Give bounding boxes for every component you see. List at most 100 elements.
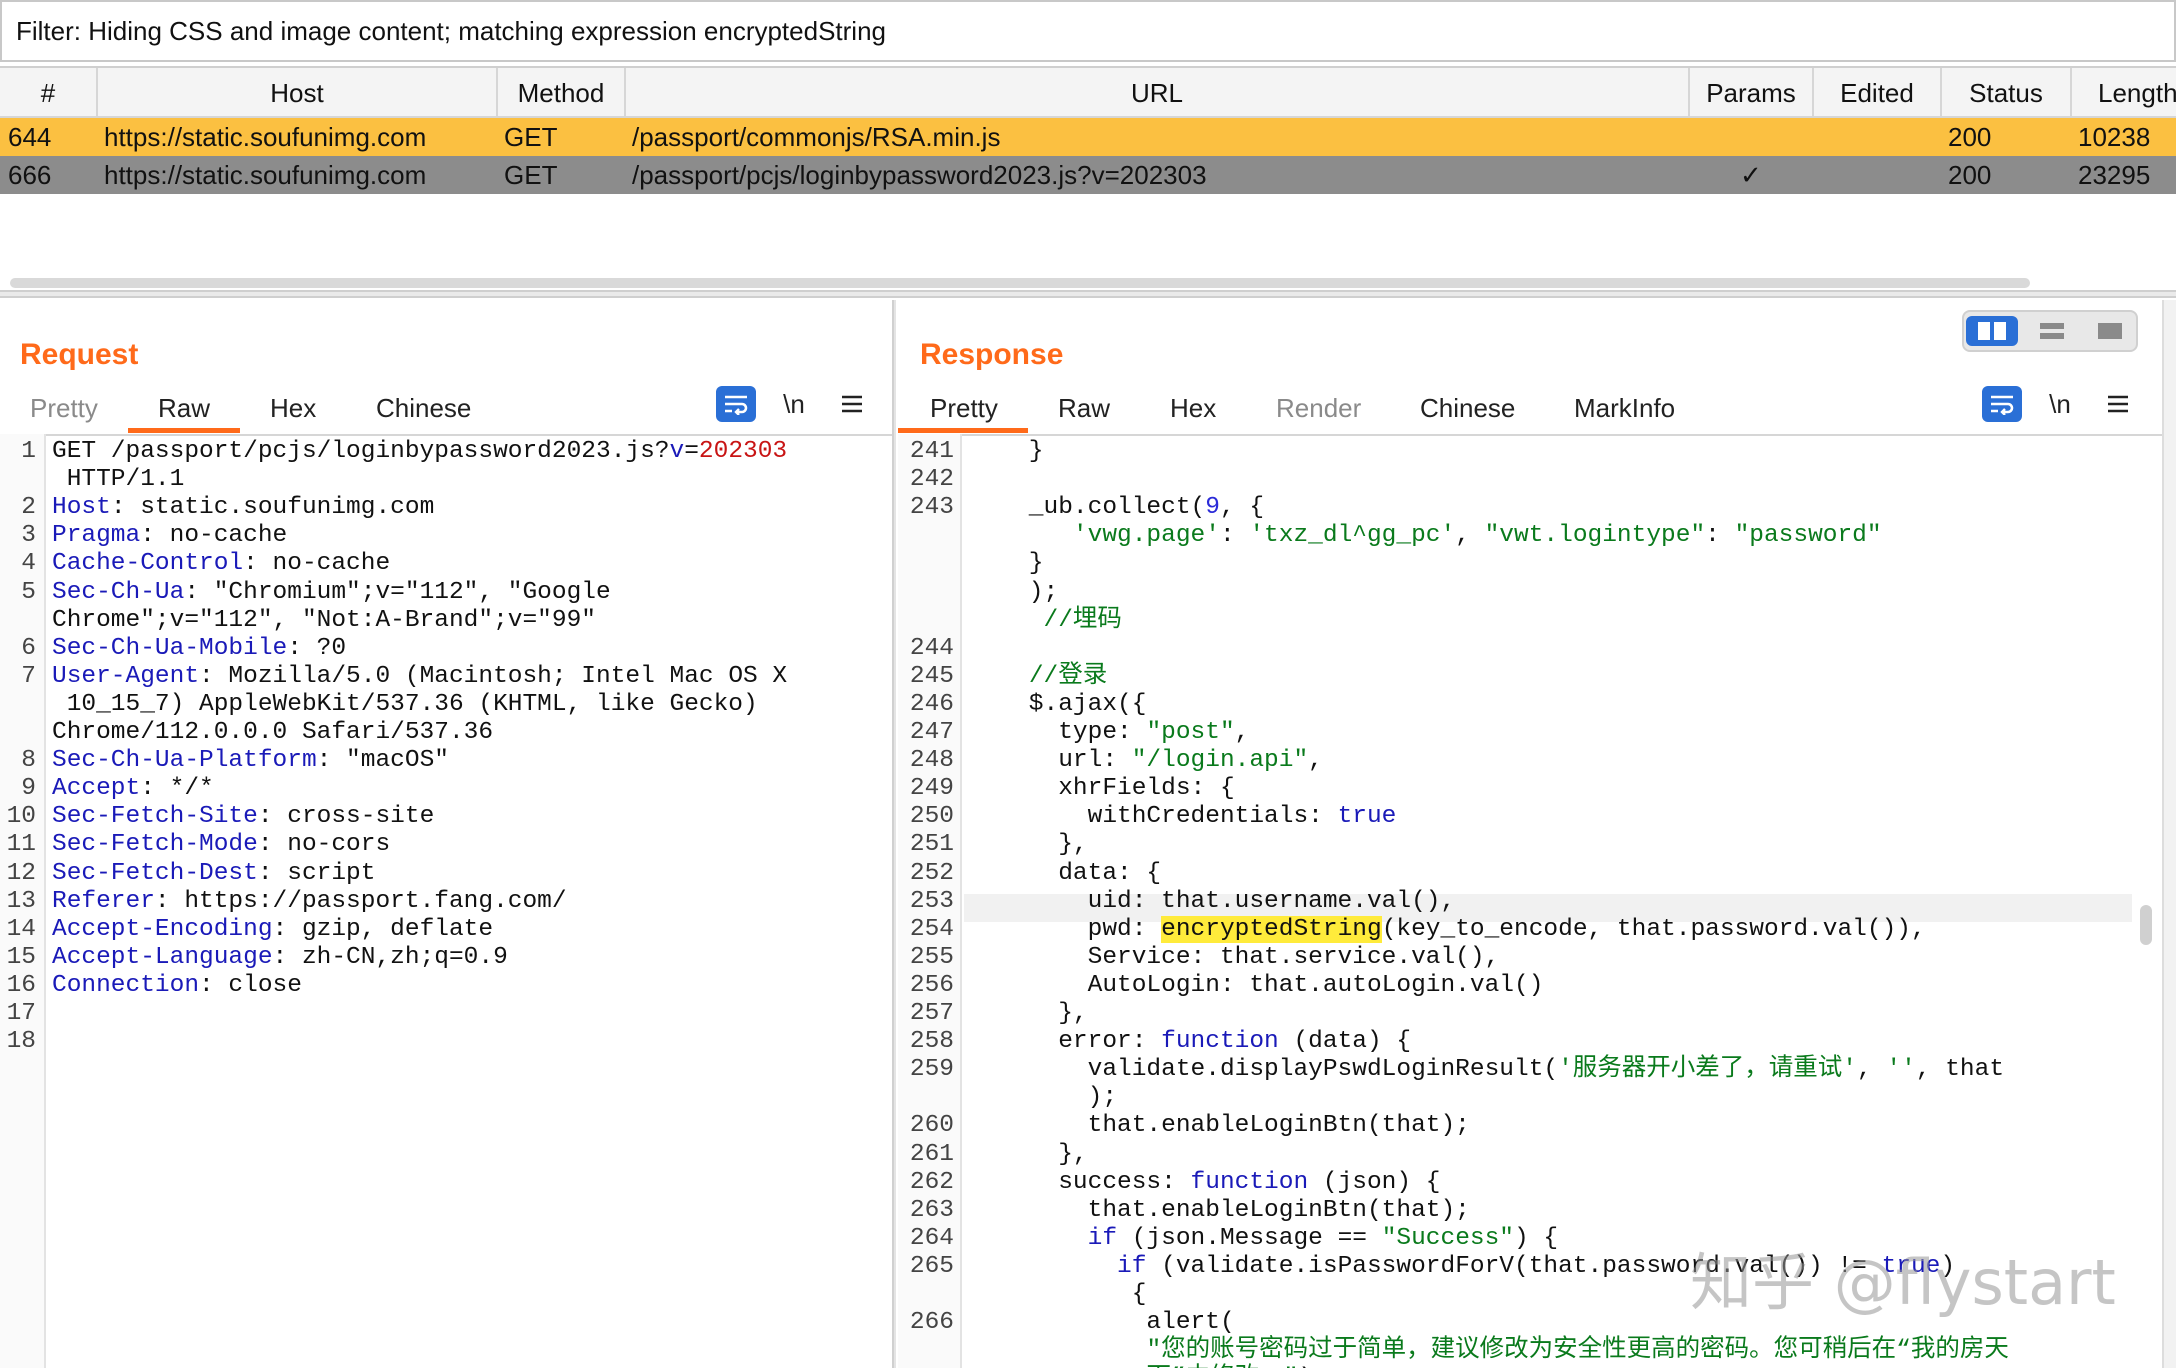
line-number: 266 — [909, 1309, 954, 1337]
line-number: 255 — [909, 943, 954, 971]
response-tab-markinfo[interactable]: MarkInfo — [1574, 388, 1675, 434]
line-number — [898, 522, 954, 550]
column-header-params[interactable]: Params — [1690, 68, 1814, 118]
response-tab-raw[interactable]: Raw — [1058, 388, 1110, 434]
layout-stacked-icon[interactable] — [2026, 316, 2078, 346]
code-token: AutoLogin: that.autoLogin.val() — [970, 971, 1544, 999]
response-tab-hex[interactable]: Hex — [1170, 388, 1216, 434]
table-row[interactable]: 666 https://static.soufunimg.com GET /pa… — [0, 156, 2176, 194]
pane-divider[interactable] — [0, 290, 2176, 298]
code-token: 202303 — [698, 438, 788, 465]
code-token: ) { — [1514, 1224, 1559, 1252]
code-token: Accept — [52, 775, 141, 803]
column-header-status[interactable]: Status — [1942, 68, 2072, 118]
line-number: 258 — [909, 1028, 954, 1056]
code-token: }, — [970, 1140, 1088, 1168]
request-panel: Request Pretty Raw Hex Chinese \n 1 GET /… — [0, 300, 892, 1368]
code-line: }, — [970, 831, 1087, 859]
line-number — [898, 607, 954, 635]
line-number: 245 — [909, 662, 954, 690]
response-tab-render[interactable]: Render — [1276, 388, 1361, 434]
column-header-number[interactable]: # — [0, 68, 98, 118]
row-url: /passport/commonjs/RSA.min.js — [632, 122, 1001, 152]
column-header-url[interactable]: URL — [626, 68, 1690, 118]
column-header-edited[interactable]: Edited — [1814, 68, 1942, 118]
wrap-lines-icon[interactable] — [716, 386, 756, 422]
request-tab-chinese[interactable]: Chinese — [376, 388, 471, 434]
horizontal-scrollbar[interactable] — [10, 278, 2030, 288]
line-number — [898, 1337, 954, 1365]
newline-toggle-icon[interactable]: \n — [774, 386, 814, 422]
code-token: _ub.collect( — [970, 494, 1206, 522]
column-header-host[interactable]: Host — [98, 68, 498, 118]
newline-toggle-icon[interactable]: \n — [2040, 386, 2080, 422]
line-number: 15 — [6, 943, 36, 971]
code-line: Chrome";v="112", "Not:A-Brand";v="99" — [52, 607, 596, 635]
code-line: Accept-Encoding: gzip, deflate — [52, 916, 493, 944]
line-number: 7 — [21, 662, 36, 690]
row-method: GET — [504, 122, 558, 152]
code-token: : — [1219, 522, 1250, 550]
layout-tabs-icon[interactable] — [2084, 316, 2136, 346]
watermark: 知乎 @flystart — [1690, 1246, 2116, 1319]
vertical-splitter[interactable] — [892, 300, 896, 1368]
code-token: (key_to_encode, that.password.val()), — [1381, 915, 1926, 943]
request-tab-pretty[interactable]: Pretty — [30, 388, 98, 434]
filter-bar[interactable]: Filter: Hiding CSS and image content; ma… — [0, 0, 2176, 62]
column-header-length[interactable]: Length — [2072, 68, 2176, 118]
row-edited — [1848, 118, 1908, 156]
request-tab-hex[interactable]: Hex — [270, 388, 316, 434]
line-number — [0, 719, 36, 747]
vertical-scrollbar[interactable] — [2140, 905, 2152, 945]
code-token: data: { — [970, 859, 1162, 887]
code-line: { — [970, 1281, 1147, 1309]
code-line: Sec-Fetch-Mode: no-cors — [52, 831, 390, 859]
filter-text: Filter: Hiding CSS and image content; ma… — [16, 16, 886, 46]
response-tab-chinese[interactable]: Chinese — [1420, 388, 1515, 434]
code-line: pwd: encryptedString(key_to_encode, that… — [970, 915, 1926, 944]
layout-side-by-side-icon[interactable] — [1966, 316, 2018, 346]
code-token: : script — [257, 859, 376, 887]
menu-icon[interactable] — [832, 386, 872, 422]
column-header-method[interactable]: Method — [498, 68, 626, 118]
line-number: 251 — [909, 831, 954, 859]
response-editor[interactable]: 241 } 242 243 _ub.collect(9, { 'vwg.page':… — [898, 434, 2162, 1368]
line-number: 12 — [6, 859, 36, 887]
code-token: }, — [970, 1000, 1088, 1027]
line-number — [0, 691, 36, 719]
code-token: 'vwg.page' — [1072, 522, 1220, 550]
wrap-lines-icon[interactable] — [1982, 386, 2022, 422]
code-line: Sec-Ch-Ua: "Chromium";v="112", "Google — [52, 579, 611, 607]
code-line: }, — [970, 1140, 1088, 1169]
code-line: "您的账号密码过于简单，建议修改为安全性更高的密码。您可稍后在“我的房天 — [970, 1337, 2009, 1365]
code-line: }, — [970, 1000, 1088, 1028]
code-token: Chrome";v="112", "Not:A-Brand";v="99" — [52, 606, 596, 634]
code-line: Cache-Control: no-cache — [52, 550, 390, 578]
code-token: "vwt.logintype" — [1484, 522, 1706, 550]
code-line: that.enableLoginBtn(that); — [970, 1197, 1470, 1225]
table-row[interactable]: 644 https://static.soufunimg.com GET /pa… — [0, 118, 2176, 156]
code-token: '服务器开小差了，请重试' — [1558, 1056, 1858, 1084]
code-line: if (json.Message == "Success") { — [970, 1224, 1559, 1253]
line-number: 248 — [909, 747, 954, 775]
code-token: alert( — [970, 1309, 1235, 1337]
line-number: 244 — [909, 634, 954, 662]
code-token: uid: that.username.val(), — [970, 887, 1456, 915]
code-token: , that — [1915, 1056, 2005, 1084]
code-token: : https://passport.fang.com/ — [154, 887, 567, 915]
menu-icon[interactable] — [2098, 386, 2138, 422]
code-token: withCredentials: — [970, 803, 1338, 831]
search-match: encryptedString — [1161, 915, 1382, 943]
line-number: 17 — [6, 1000, 36, 1027]
code-line: data: { — [970, 860, 1161, 888]
row-host: https://static.soufunimg.com — [104, 122, 427, 152]
code-token: , { — [1219, 494, 1265, 522]
code-token: "password" — [1734, 522, 1882, 550]
code-token: "您的账号密码过于简单，建议修改为安全性更高的密码。您可稍后在“我的房天 — [1146, 1337, 2009, 1365]
request-editor[interactable]: 1 GET /passport/pcjs/loginbypassword2023.… — [0, 434, 892, 1368]
layout-toggle — [1962, 310, 2138, 352]
line-number: 265 — [909, 1252, 954, 1280]
code-token: xhrFields: { — [970, 775, 1235, 803]
